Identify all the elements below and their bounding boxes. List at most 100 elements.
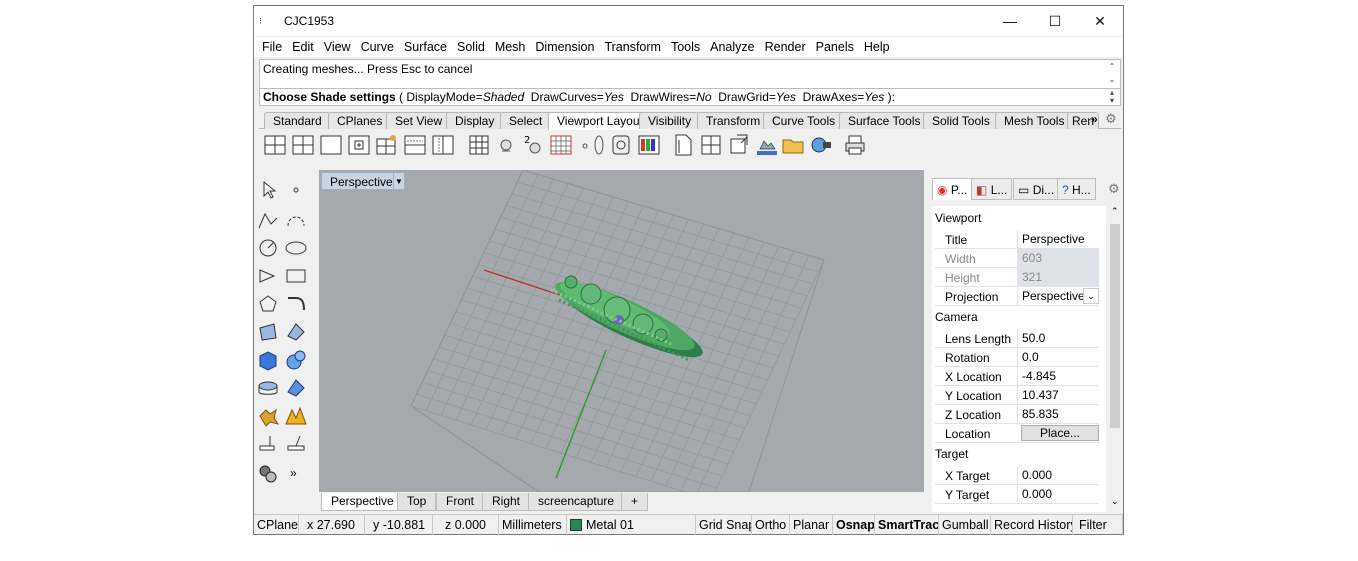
menu-view[interactable]: View (319, 37, 356, 57)
menu-render[interactable]: Render (760, 37, 811, 57)
select-arrow-icon[interactable] (256, 178, 280, 202)
zoom-2-icon[interactable]: 2 (521, 133, 545, 157)
arc-icon[interactable] (256, 264, 280, 288)
move-icon[interactable] (256, 432, 280, 456)
grid-lines-icon[interactable] (549, 133, 573, 157)
menu-tools[interactable]: Tools (666, 37, 705, 57)
tab-set-view[interactable]: Set View (386, 112, 452, 129)
panel-tab-display[interactable]: ▭ Di... (1013, 178, 1060, 200)
ground-plane-icon[interactable] (755, 133, 779, 157)
lens-icon[interactable] (587, 133, 611, 157)
circle-icon[interactable] (256, 236, 280, 260)
tab-curve-tools[interactable]: Curve Tools (763, 112, 845, 129)
mesh-plane-icon[interactable] (284, 376, 308, 400)
display-colors-icon[interactable] (637, 133, 661, 157)
project-icon[interactable] (284, 432, 308, 456)
ellipse-icon[interactable] (284, 236, 308, 260)
properties-scrollbar[interactable]: ⌃ ⌄ (1108, 206, 1122, 512)
panel-tab-layers[interactable]: ◧ L... (971, 178, 1013, 200)
option-draw-wires[interactable]: DrawWires=No (631, 90, 712, 104)
menu-panels[interactable]: Panels (811, 37, 859, 57)
tab-transform[interactable]: Transform (697, 112, 770, 129)
polyline-icon[interactable] (256, 208, 280, 232)
panel-gear-icon[interactable]: ⚙ (1108, 181, 1120, 197)
viewport-menu-icon[interactable]: ▼ (393, 172, 405, 190)
status-layer[interactable]: Metal 01 (567, 515, 696, 535)
status-smarttrack[interactable]: SmartTrack (875, 515, 939, 535)
minimize-button[interactable]: — (987, 6, 1033, 36)
split-horizontal-icon[interactable] (403, 133, 427, 157)
status-record-history[interactable]: Record History (991, 515, 1073, 535)
menu-dimension[interactable]: Dimension (530, 37, 599, 57)
close-button[interactable]: ✕ (1077, 6, 1123, 36)
maximize-button[interactable]: ☐ (1032, 6, 1078, 36)
perspective-viewport[interactable]: Perspective ▼ (319, 170, 924, 492)
camera-face-icon[interactable] (609, 133, 633, 157)
viewport-tab-perspective[interactable]: Perspective (321, 493, 404, 511)
tab-surface-tools[interactable]: Surface Tools (839, 112, 930, 129)
fillet-icon[interactable] (284, 292, 308, 316)
box-solid-icon[interactable] (256, 348, 280, 372)
tab-cplanes[interactable]: CPlanes (328, 112, 392, 129)
curve-icon[interactable] (284, 208, 308, 232)
prop-y-location-field[interactable]: 10.437 (1017, 386, 1099, 405)
rectangle-icon[interactable] (284, 264, 308, 288)
page-layout-icon[interactable] (671, 133, 695, 157)
tab-visibility[interactable]: Visibility (639, 112, 701, 129)
scroll-up-icon[interactable]: ⌃ (1111, 206, 1119, 217)
status-planar[interactable]: Planar (790, 515, 833, 535)
tab-standard[interactable]: Standard (264, 112, 331, 129)
add-viewport-tab-icon[interactable]: + (621, 493, 649, 511)
menu-analyze[interactable]: Analyze (705, 37, 759, 57)
print-icon[interactable] (843, 133, 867, 157)
command-history-scroll[interactable]: ⌃ ⌄ (1106, 60, 1118, 86)
panel-tab-properties[interactable]: ◉ P... (932, 178, 973, 200)
more-tabs-icon[interactable]: » (1091, 112, 1098, 126)
option-display-mode[interactable]: DisplayMode=Shaded (406, 90, 524, 104)
explode-icon[interactable] (256, 404, 280, 428)
zoom-icon[interactable] (495, 133, 519, 157)
prop-rotation-field[interactable]: 0.0 (1017, 348, 1099, 367)
menu-edit[interactable]: Edit (287, 37, 319, 57)
new-viewport-icon[interactable] (347, 133, 371, 157)
status-filter[interactable]: Filter (1073, 515, 1123, 535)
option-draw-curves[interactable]: DrawCurves=Yes (531, 90, 624, 104)
prop-z-location-field[interactable]: 85.835 (1017, 405, 1099, 424)
menu-mesh[interactable]: Mesh (490, 37, 531, 57)
status-grid-snap[interactable]: Grid Snap (696, 515, 752, 535)
expand-tools-icon[interactable]: » (290, 466, 314, 490)
tab-solid-tools[interactable]: Solid Tools (923, 112, 999, 129)
prop-x-location-field[interactable]: -4.845 (1017, 367, 1099, 386)
render-spheres-icon[interactable] (256, 462, 280, 486)
split-vertical-icon[interactable] (431, 133, 455, 157)
menu-surface[interactable]: Surface (399, 37, 452, 57)
menu-solid[interactable]: Solid (452, 37, 490, 57)
polygon-icon[interactable] (256, 292, 280, 316)
option-draw-axes[interactable]: DrawAxes=Yes (803, 90, 885, 104)
scrollbar-thumb[interactable] (1110, 224, 1120, 428)
sun-light-icon[interactable] (809, 133, 833, 157)
viewport-tab-top[interactable]: Top (397, 493, 437, 511)
viewport-tab-right[interactable]: Right (482, 493, 531, 511)
mesh-icon[interactable] (256, 376, 280, 400)
menu-curve[interactable]: Curve (356, 37, 399, 57)
status-ortho[interactable]: Ortho (752, 515, 790, 535)
gear-icon[interactable]: ⚙ (1105, 111, 1117, 127)
menu-file[interactable]: File (254, 37, 287, 57)
chevron-down-icon[interactable]: ⌄ (1083, 288, 1099, 304)
option-draw-grid[interactable]: DrawGrid=Yes (718, 90, 796, 104)
tab-viewport-layout[interactable]: Viewport Layout (548, 112, 652, 130)
status-osnap[interactable]: Osnap (833, 515, 875, 535)
prop-lens-length-field[interactable]: 50.0 (1017, 329, 1099, 348)
boolean-icon[interactable] (284, 404, 308, 428)
prop-title-field[interactable]: Perspective (1017, 230, 1099, 249)
status-gumball[interactable]: Gumball (939, 515, 991, 535)
viewport-tab-front[interactable]: Front (436, 493, 485, 511)
tab-mesh-tools[interactable]: Mesh Tools (995, 112, 1074, 129)
menu-transform[interactable]: Transform (599, 37, 666, 57)
folder-icon[interactable] (781, 133, 805, 157)
menu-help[interactable]: Help (859, 37, 895, 57)
tab-select[interactable]: Select (500, 112, 552, 129)
point-tool-icon[interactable] (284, 178, 308, 202)
surface-icon[interactable] (256, 320, 280, 344)
